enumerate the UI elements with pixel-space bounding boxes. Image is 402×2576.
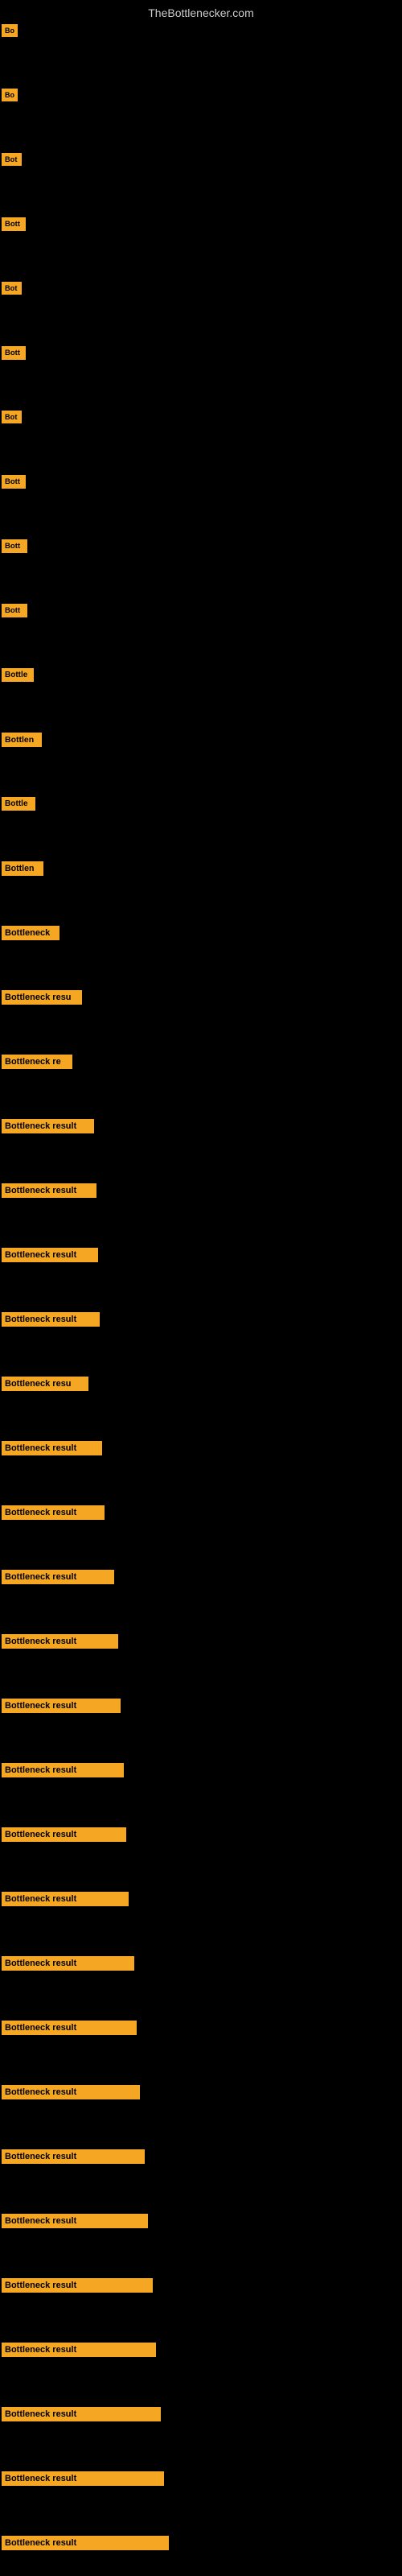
list-item: Bottleneck resu [2,990,82,1009]
list-item: Bottleneck resu [2,1377,88,1395]
bottleneck-label: Bottleneck resu [2,1377,88,1391]
bottleneck-label: Bottleneck result [2,1827,126,1842]
bottleneck-label: Bottleneck result [2,2085,140,2099]
bottleneck-label: Bott [2,346,26,360]
bottleneck-label: Bottleneck result [2,2536,169,2550]
bottleneck-label: Bo [2,24,18,37]
list-item: Bottleneck result [2,1505,105,1524]
list-item: Bottleneck result [2,1183,96,1202]
site-title: TheBottlenecker.com [0,0,402,26]
list-item: Bottleneck result [2,2021,137,2039]
list-item: Bottleneck result [2,1248,98,1266]
list-item: Bott [2,217,26,235]
bottleneck-label: Bottlen [2,861,43,876]
bottleneck-label: Bottle [2,797,35,811]
bottleneck-label: Bottleneck result [2,1183,96,1198]
list-item: Bottleneck result [2,2085,140,2103]
bottleneck-label: Bottleneck result [2,2407,161,2421]
bottleneck-label: Bo [2,89,18,101]
list-item: Bottleneck result [2,1827,126,1846]
list-item: Bottleneck result [2,1634,118,1653]
list-item: Bott [2,539,27,557]
list-item: Bottleneck result [2,2536,169,2554]
list-item: Bottleneck result [2,1763,124,1781]
bottleneck-label: Bot [2,411,22,423]
list-item: Bottlen [2,733,42,751]
list-item: Bo [2,89,18,105]
list-item: Bottleneck result [2,2471,164,2490]
bottleneck-label: Bottleneck resu [2,990,82,1005]
list-item: Bottleneck result [2,1699,121,1717]
bottleneck-label: Bottleneck result [2,2214,148,2228]
list-item: Bottle [2,797,35,815]
bottleneck-label: Bottleneck result [2,2149,145,2164]
list-item: Bot [2,153,22,170]
list-item: Bottleneck result [2,1119,94,1137]
bottleneck-label: Bott [2,475,26,489]
list-item: Bottle [2,668,34,686]
bottleneck-label: Bottleneck [2,926,59,940]
list-item: Bot [2,282,22,299]
list-item: Bottleneck result [2,1441,102,1459]
list-item: Bottleneck [2,926,59,944]
list-item: Bott [2,346,26,364]
bottleneck-label: Bottleneck result [2,2278,153,2293]
bottleneck-label: Bottleneck result [2,1119,94,1133]
bottleneck-label: Bottleneck result [2,1763,124,1777]
list-item: Bottleneck result [2,1892,129,1910]
bottleneck-label: Bottleneck result [2,1892,129,1906]
bottleneck-label: Bottleneck result [2,1312,100,1327]
list-item: Bottleneck result [2,2149,145,2168]
bottleneck-label: Bottle [2,668,34,682]
list-item: Bottleneck result [2,2214,148,2232]
bottleneck-label: Bot [2,153,22,166]
bottleneck-label: Bottleneck result [2,1570,114,1584]
bottleneck-label: Bottleneck result [2,1441,102,1455]
bottleneck-label: Bottleneck result [2,1634,118,1649]
bottleneck-label: Bott [2,539,27,553]
list-item: Bottlen [2,861,43,880]
list-item: Bot [2,411,22,427]
bottleneck-label: Bott [2,217,26,231]
list-item: Bottleneck result [2,1570,114,1588]
bottleneck-label: Bottleneck result [2,1505,105,1520]
bottleneck-label: Bottleneck re [2,1055,72,1069]
bottleneck-label: Bottleneck result [2,1956,134,1971]
bottleneck-label: Bottleneck result [2,1248,98,1262]
bottleneck-label: Bottleneck result [2,2471,164,2486]
bottleneck-label: Bot [2,282,22,295]
list-item: Bottleneck result [2,2407,161,2425]
list-item: Bott [2,604,27,621]
list-item: Bottleneck re [2,1055,72,1073]
items-container: Bo Bo Bot Bott Bot Bott Bot Bott Bott Bott Bottle B… [0,24,402,2576]
bottleneck-label: Bottleneck result [2,1699,121,1713]
list-item: Bott [2,475,26,493]
bottleneck-label: Bottlen [2,733,42,747]
bottleneck-label: Bottleneck result [2,2021,137,2035]
list-item: Bottleneck result [2,2343,156,2361]
list-item: Bottleneck result [2,1956,134,1975]
list-item: Bo [2,24,18,41]
bottleneck-label: Bott [2,604,27,617]
bottleneck-label: Bottleneck result [2,2343,156,2357]
list-item: Bottleneck result [2,2278,153,2297]
list-item: Bottleneck result [2,1312,100,1331]
